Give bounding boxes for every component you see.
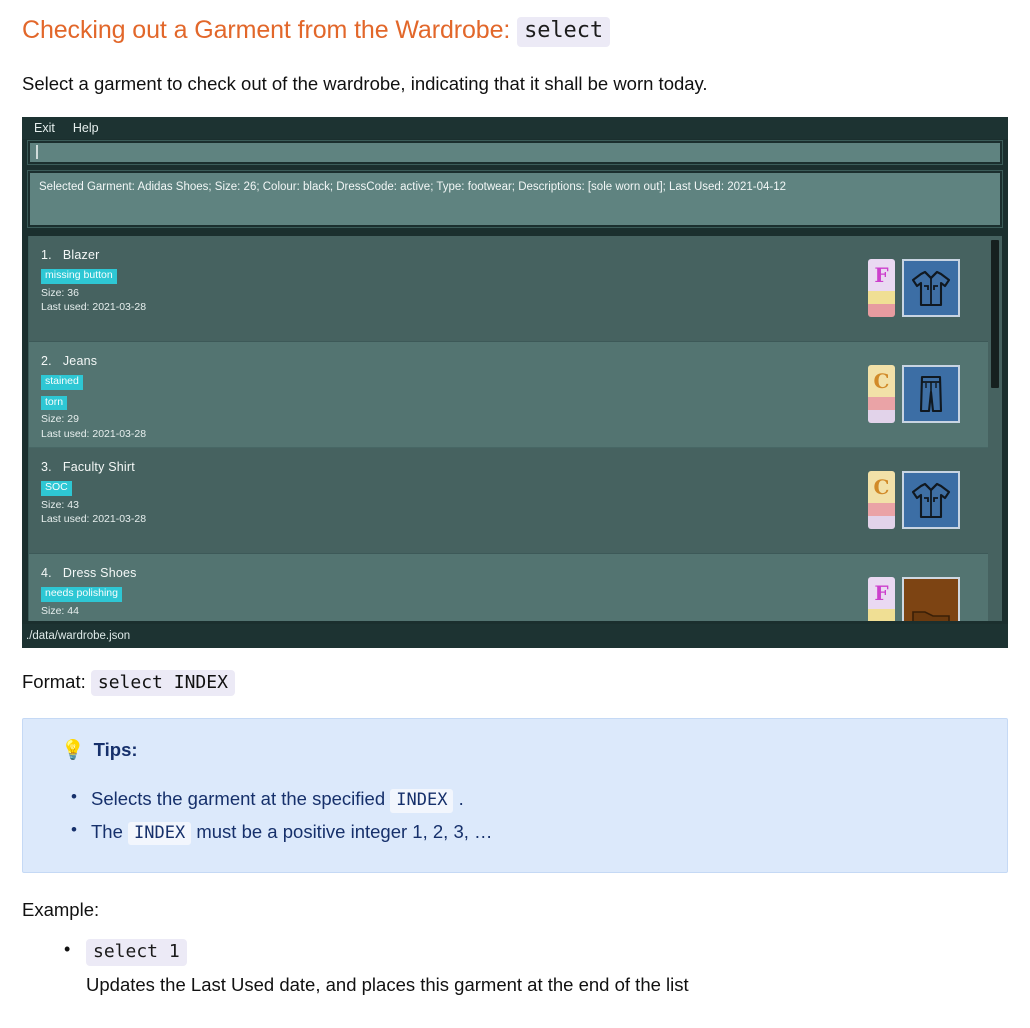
garment-tag: torn <box>41 395 68 411</box>
tips-list-item: Selects the garment at the specified IND… <box>71 782 983 815</box>
page-title-text: Checking out a Garment from the Wardrobe… <box>22 16 511 44</box>
dresscode-badge: C <box>868 365 895 424</box>
example-code-chip: select 1 <box>86 938 187 966</box>
dresscode-badge-stripe-1 <box>868 291 895 305</box>
garment-tag: SOC <box>41 480 72 496</box>
trousers-icon <box>902 365 960 424</box>
garment-size: Size: 44 <box>41 604 79 617</box>
command-input[interactable] <box>27 139 1003 165</box>
tips-header: 💡 Tips: <box>47 739 983 761</box>
tip-code-chip: INDEX <box>128 821 192 845</box>
dresscode-badge-stripe-2 <box>868 410 895 424</box>
example-description: Updates the Last Used date, and places t… <box>86 973 689 995</box>
garment-name: Dress Shoes <box>62 565 137 580</box>
app-menubar: Exit Help <box>22 116 1008 139</box>
dresscode-badge-letter: C <box>868 365 895 398</box>
tip-code-chip: INDEX <box>390 789 454 813</box>
garment-list-scroll: 1. Blazer missing button Size: 36 Last u… <box>29 235 988 621</box>
intro-paragraph: Select a garment to check out of the war… <box>22 72 708 94</box>
tip-text-after: must be a positive integer 1, 2, 3, … <box>196 820 493 842</box>
garment-list: 1. Blazer missing button Size: 36 Last u… <box>28 235 1002 621</box>
app-statusbar: ./data/wardrobe.json <box>22 623 1008 648</box>
garment-tag-line: SOC <box>41 477 988 498</box>
garment-last-used: Last used: 2021-03-28 <box>41 300 147 313</box>
dresscode-badge-letter: F <box>868 577 895 610</box>
status-panel: Selected Garment: Adidas Shoes; Size: 26… <box>27 169 1003 228</box>
garment-list-item[interactable]: 4. Dress Shoes needs polishing Size: 44 … <box>29 553 988 621</box>
garment-name: Blazer <box>62 247 100 262</box>
dresscode-badge: F <box>868 577 895 621</box>
example-label: Example: <box>22 898 100 920</box>
garment-tag-line: torn <box>41 392 988 413</box>
command-input-wrapper <box>22 139 1008 165</box>
garment-icons: C <box>868 365 960 424</box>
tips-list: Selects the garment at the specified IND… <box>47 782 983 848</box>
garment-last-used: Last used: 2021-03-28 <box>41 512 147 525</box>
dresscode-badge-stripe-1 <box>868 397 895 411</box>
garment-index: 1. <box>41 247 52 262</box>
garment-index: 2. <box>41 353 52 368</box>
tip-text-before: Selects the garment at the specified <box>91 788 386 810</box>
tip-text-before: The <box>91 820 123 842</box>
garment-title: 2. Jeans <box>41 354 988 368</box>
garment-index: 3. <box>41 459 52 474</box>
garment-size: Size: 29 <box>41 413 79 426</box>
menu-item-exit[interactable]: Exit <box>34 121 55 135</box>
tips-box: 💡 Tips: Selects the garment at the speci… <box>22 718 1008 873</box>
shoe-icon <box>902 577 960 621</box>
garment-list-item[interactable]: 2. Jeans stained torn Size: 29 Last used… <box>29 341 988 448</box>
garment-tag: missing button <box>41 268 117 284</box>
garment-icons: F <box>868 577 960 621</box>
garment-list-item[interactable]: 3. Faculty Shirt SOC Size: 43 Last used:… <box>29 447 988 554</box>
garment-size: Size: 43 <box>41 498 79 511</box>
format-code-chip: select INDEX <box>90 669 235 697</box>
garment-index: 4. <box>41 565 52 580</box>
page-root: Checking out a Garment from the Wardrobe… <box>0 0 1030 997</box>
dresscode-badge-stripe-2 <box>868 516 895 530</box>
example-list: select 1 Updates the Last Used date, and… <box>22 938 1008 997</box>
format-label: Format: <box>22 670 86 692</box>
garment-icons: F <box>868 259 960 318</box>
garment-list-item[interactable]: 1. Blazer missing button Size: 36 Last u… <box>29 235 988 342</box>
page-title: Checking out a Garment from the Wardrobe… <box>22 0 1008 48</box>
garment-name: Faculty Shirt <box>62 459 135 474</box>
wardrobe-app-window: Exit Help Selected Garment: Adidas Shoes… <box>22 116 1008 648</box>
text-caret <box>36 145 38 160</box>
status-panel-wrapper: Selected Garment: Adidas Shoes; Size: 26… <box>22 164 1008 228</box>
dresscode-badge-stripe-1 <box>868 609 895 621</box>
shirt-icon <box>902 471 960 530</box>
dresscode-badge-stripe-2 <box>868 304 895 318</box>
garment-tag-line: stained <box>41 371 988 392</box>
statusbar-path: ./data/wardrobe.json <box>26 629 131 642</box>
menu-item-help[interactable]: Help <box>73 121 99 135</box>
garment-name: Jeans <box>62 353 98 368</box>
garment-title: 3. Faculty Shirt <box>41 460 988 474</box>
garment-tag: stained <box>41 374 83 390</box>
garment-icons: C <box>868 471 960 530</box>
tips-list-item: The INDEX must be a positive integer 1, … <box>71 815 983 848</box>
shirt-icon <box>902 259 960 318</box>
list-scrollbar-thumb[interactable] <box>991 239 999 388</box>
garment-tag: needs polishing <box>41 586 122 602</box>
tip-text-after: . <box>458 788 464 810</box>
garment-last-used: Last used: 2021-03-28 <box>41 427 147 440</box>
garment-title: 4. Dress Shoes <box>41 566 988 580</box>
format-line: Format: select INDEX <box>22 669 1008 697</box>
dresscode-badge-stripe-1 <box>868 503 895 517</box>
list-scrollbar[interactable] <box>988 235 1002 621</box>
lightbulb-icon: 💡 <box>61 739 85 761</box>
tips-title: Tips: <box>93 739 138 761</box>
garment-tag-line: needs polishing <box>41 583 988 604</box>
page-title-command-chip: select <box>517 17 610 47</box>
dresscode-badge: C <box>868 471 895 530</box>
dresscode-badge-letter: C <box>868 471 895 504</box>
garment-title: 1. Blazer <box>41 248 988 262</box>
example-list-item: select 1 Updates the Last Used date, and… <box>64 938 1008 997</box>
garment-tag-line: missing button <box>41 265 988 286</box>
status-panel-text: Selected Garment: Adidas Shoes; Size: 26… <box>39 180 787 193</box>
dresscode-badge: F <box>868 259 895 318</box>
garment-size: Size: 36 <box>41 286 79 299</box>
dresscode-badge-letter: F <box>868 259 895 292</box>
